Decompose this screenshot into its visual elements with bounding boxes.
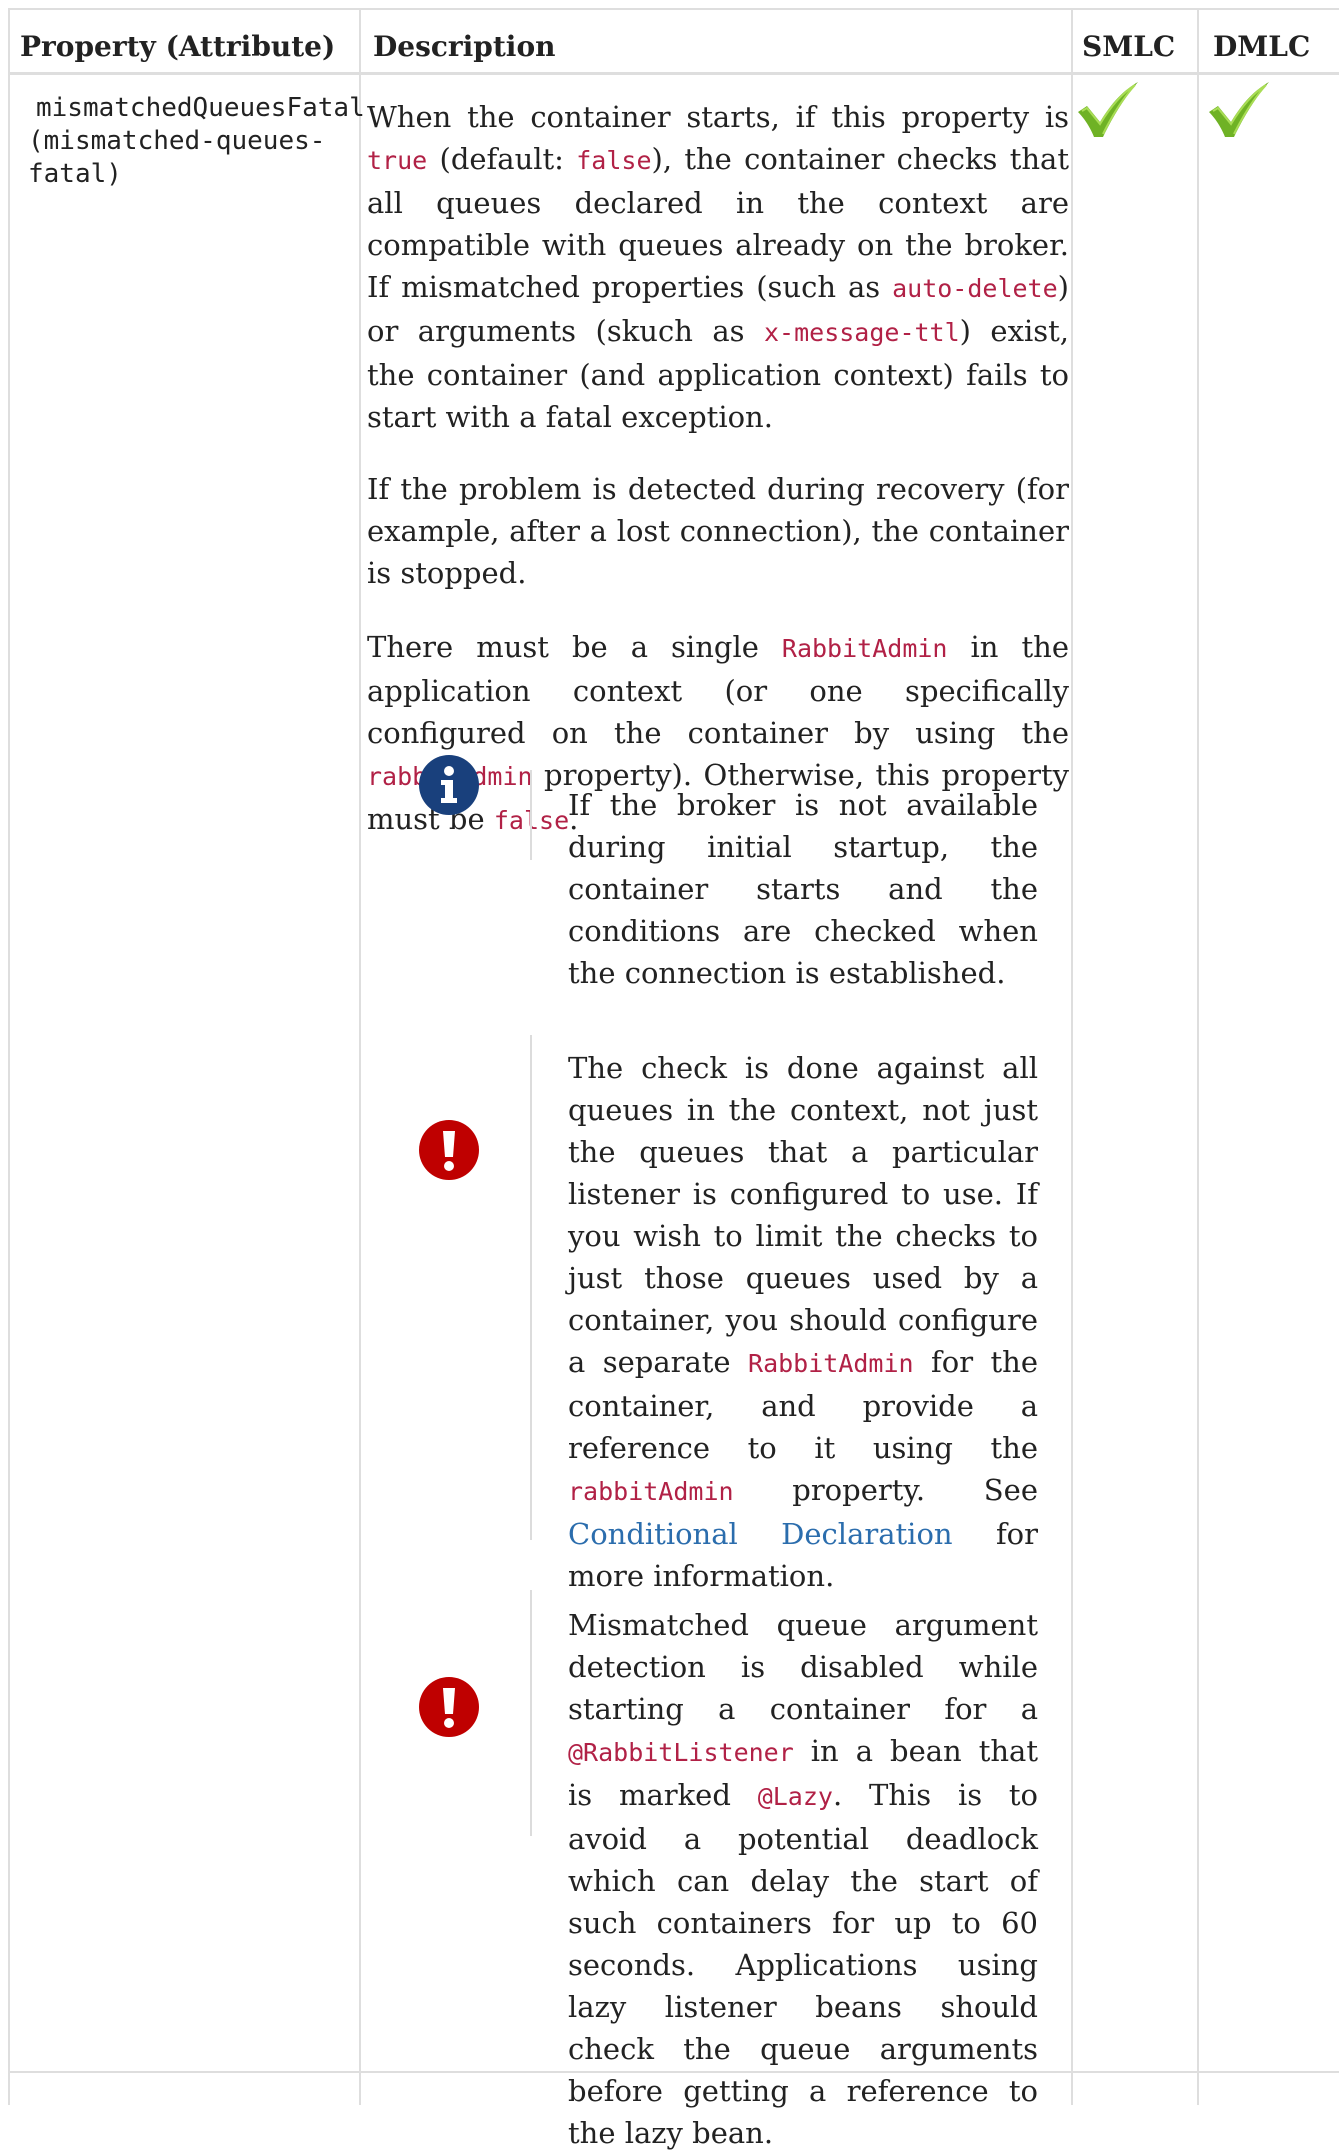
description-paragraph-2: If the problem is detected during recove…	[367, 472, 1069, 590]
inline-code: @RabbitListener	[568, 1738, 794, 1767]
column-divider	[1197, 10, 1199, 2105]
conditional-declaration-link[interactable]: Conditional Declaration	[568, 1517, 953, 1551]
column-divider	[359, 10, 361, 2105]
dmlc-checkmark-icon	[1209, 82, 1269, 137]
properties-table: Property (Attribute) Description SMLC DM…	[8, 8, 1339, 2150]
note-text: If the broker is not available during in…	[568, 788, 1038, 990]
inline-code: auto-delete	[892, 274, 1058, 303]
inline-code: @Lazy	[757, 1782, 833, 1811]
important-text-1: The check is done against all queues in …	[568, 1051, 1039, 1593]
inline-code: true	[367, 146, 428, 175]
exclamation-icon	[419, 1677, 479, 1737]
description-cell: When the container starts, if this prope…	[367, 96, 1069, 842]
important-text-2: Mismatched queue argument detection is d…	[568, 1608, 1039, 2150]
property-name: mismatchedQueuesFatal	[36, 93, 365, 123]
attribute-name-line1: (mismatched-queues-	[28, 126, 326, 156]
header-smlc: SMLC	[1082, 30, 1176, 63]
admonition-divider	[530, 770, 532, 860]
description-paragraph-1: When the container starts, if this prope…	[367, 100, 1069, 434]
admonition-divider	[530, 1035, 532, 1540]
header-description: Description	[373, 30, 556, 63]
info-icon	[419, 755, 479, 815]
exclamation-icon	[419, 1120, 479, 1180]
inline-code: false	[576, 146, 652, 175]
attribute-name-line2: fatal)	[28, 159, 122, 189]
admonition-divider	[530, 1590, 532, 1836]
inline-code: RabbitAdmin	[748, 1349, 914, 1378]
property-cell: mismatchedQueuesFatal (mismatched-queues…	[28, 92, 365, 191]
header-divider	[10, 72, 1339, 75]
header-dmlc: DMLC	[1213, 30, 1311, 63]
column-divider	[1071, 10, 1073, 2105]
inline-code: RabbitAdmin	[781, 634, 948, 663]
inline-code: rabbitAdmin	[568, 1477, 734, 1506]
header-property: Property (Attribute)	[20, 30, 336, 63]
smlc-checkmark-icon	[1078, 82, 1138, 137]
inline-code: x-message-ttl	[763, 318, 960, 347]
